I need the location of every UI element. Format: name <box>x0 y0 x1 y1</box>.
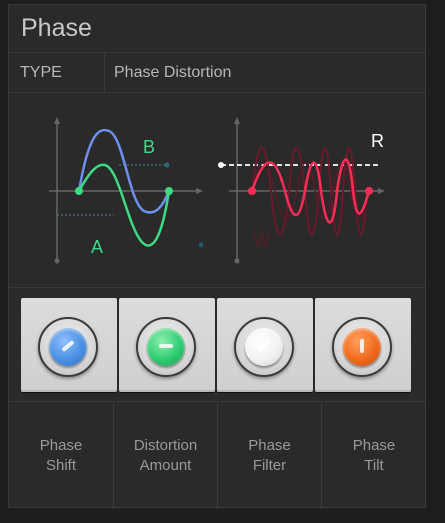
phase-graphs: B A R W <box>49 117 385 264</box>
phase-filter-label-cell: Phase Filter <box>218 402 322 509</box>
right-graph: R W <box>218 117 385 264</box>
distortion-amount-label-cell: Distortion Amount <box>114 402 218 509</box>
distortion-amount-label-line1: Distortion <box>133 436 198 454</box>
type-label: TYPE <box>9 53 105 93</box>
distortion-amount-label-line2: Amount <box>139 456 192 474</box>
curve-a-label: A <box>91 237 103 257</box>
phase-shift-label-line1: Phase <box>39 436 83 454</box>
left-graph: B A <box>49 117 204 264</box>
phase-shift-knob-tile[interactable] <box>21 298 117 392</box>
curve-r-label: R <box>371 131 384 151</box>
left-x-arrow <box>196 188 203 194</box>
phase-filter-label: Phase Filter <box>248 436 291 476</box>
left-y-origin <box>54 258 60 264</box>
curve-a-start-dot <box>75 187 83 195</box>
right-ref-dot <box>218 162 224 168</box>
curve-r-start-dot <box>248 187 256 195</box>
left-ref-dot-top <box>164 162 170 168</box>
phase-filter-indicator <box>257 339 271 353</box>
phase-tilt-label-line1: Phase <box>352 436 396 454</box>
right-x-arrow <box>378 188 385 194</box>
phase-tilt-knob-tile[interactable] <box>315 298 411 392</box>
phase-shift-label-line2: Shift <box>45 456 76 474</box>
distortion-amount-knob-tile[interactable] <box>119 298 215 392</box>
curve-a <box>77 163 171 247</box>
distortion-amount-knob[interactable] <box>136 317 196 377</box>
distortion-amount-indicator <box>159 344 173 348</box>
phase-tilt-label-cell: Phase Tilt <box>322 402 426 509</box>
right-y-arrow <box>234 117 240 124</box>
curve-r-end-dot <box>365 187 373 195</box>
curve-w-label: W <box>253 230 270 250</box>
knob-labels-row: Phase Shift Distortion Amount Phase Filt… <box>9 402 425 509</box>
phase-tilt-indicator <box>360 339 364 353</box>
phase-shift-knob[interactable] <box>38 317 98 377</box>
phase-shift-knob-cap <box>49 328 87 366</box>
phase-tilt-label: Phase Tilt <box>353 436 396 476</box>
phase-tilt-label-line2: Tilt <box>364 456 384 474</box>
phase-filter-label-line1: Phase <box>248 436 291 454</box>
panel-title: Phase <box>21 14 92 42</box>
phase-tilt-knob[interactable] <box>332 317 392 377</box>
phase-panel: Phase TYPE Phase Distortion B A R W Phas… <box>8 4 426 509</box>
left-ref-dot-stray <box>198 242 204 248</box>
phase-shift-label-cell: Phase Shift <box>9 402 114 509</box>
phase-visualization: B A R W <box>9 93 425 288</box>
phase-shift-label: Phase Shift <box>40 436 83 476</box>
phase-filter-label-line2: Filter <box>252 456 287 474</box>
left-y-arrow <box>54 117 60 124</box>
type-select[interactable]: Phase Distortion <box>114 53 231 93</box>
curve-a-end-dot <box>165 187 173 195</box>
knob-row <box>9 288 425 402</box>
phase-filter-knob-cap <box>245 328 283 366</box>
curve-b-label: B <box>143 137 155 157</box>
phase-filter-knob-tile[interactable] <box>217 298 313 392</box>
distortion-amount-knob-cap <box>147 328 185 366</box>
distortion-amount-label: Distortion Amount <box>134 436 197 476</box>
phase-shift-indicator <box>61 339 75 353</box>
type-row: TYPE Phase Distortion <box>9 53 425 93</box>
right-y-origin <box>234 258 240 264</box>
panel-header: Phase <box>9 5 425 53</box>
phase-filter-knob[interactable] <box>234 317 294 377</box>
phase-tilt-knob-cap <box>343 328 381 366</box>
